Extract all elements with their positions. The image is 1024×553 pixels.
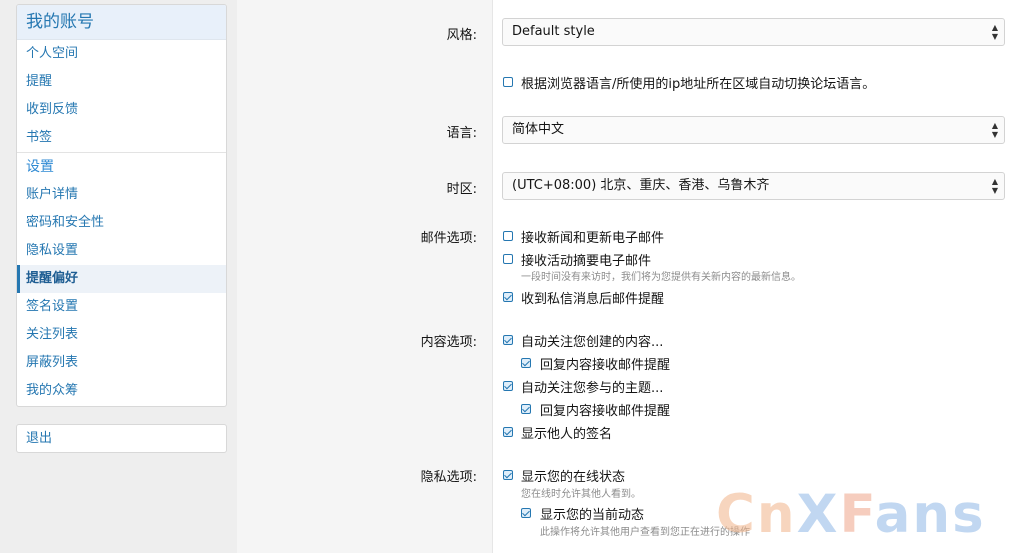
language-select[interactable]: 简体中文 ▲ ▼ [502,116,1005,144]
content-options-label: 内容选项: [420,335,477,350]
timezone-label: 时区: [446,182,477,197]
privacy-options-label: 隐私选项: [420,470,477,485]
email-news-checkbox[interactable] [503,231,513,241]
show-activity-checkbox[interactable] [521,508,531,518]
show-signatures-checkbox[interactable] [503,427,513,437]
logout-block: 退出 [16,424,227,453]
sidebar-item-password-security[interactable]: 密码和安全性 [17,209,226,237]
watermark-part: ans [874,484,986,545]
watch-created-checkbox[interactable] [503,335,513,345]
sidebar-item-profile[interactable]: 个人空间 [17,40,226,68]
watch-created-label: 自动关注您创建的内容... [521,335,664,350]
sidebar-item-reactions[interactable]: 收到反馈 [17,96,226,124]
sidebar-item-alerts[interactable]: 提醒 [17,68,226,96]
style-label: 风格: [446,28,477,43]
sidebar-item-bookmarks[interactable]: 书签 [17,124,226,152]
sidebar-item-following[interactable]: 关注列表 [17,321,226,349]
select-arrows-icon: ▲ ▼ [991,23,998,41]
watermark-part: Cn [716,484,797,545]
reply-email-checkbox[interactable] [521,358,531,368]
watermark-part: X [796,484,840,545]
reply-email-label: 回复内容接收邮件提醒 [540,404,671,419]
sidebar-item-preferences[interactable]: 提醒偏好 [17,265,226,293]
email-options-label: 邮件选项: [420,231,477,246]
language-select-value: 简体中文 [512,122,565,137]
sidebar-item-signature[interactable]: 签名设置 [17,293,226,321]
email-digest-checkbox[interactable] [503,254,513,264]
show-activity-label: 显示您的当前动态 [540,508,645,523]
sidebar-item-account-details[interactable]: 账户详情 [17,181,226,209]
show-online-label: 显示您的在线状态 [521,470,626,485]
style-select-value: Default style [512,24,595,39]
sidebar-item-crowdfunding[interactable]: 我的众筹 [17,377,226,405]
email-pm-checkbox[interactable] [503,292,513,302]
select-arrows-icon: ▲ ▼ [991,177,998,195]
watermark-part: F [839,484,875,545]
account-sidebar: 我的账号 个人空间 提醒 收到反馈 书签 设置 账户详情 密码和安全性 隐私设置… [16,4,227,407]
watch-interact-label: 自动关注您参与的主题... [521,381,664,396]
show-signatures-label: 显示他人的签名 [521,427,613,442]
timezone-select[interactable]: (UTC+08:00) 北京、重庆、香港、乌鲁木齐 ▲ ▼ [502,172,1005,200]
reply-email-label: 回复内容接收邮件提醒 [540,358,671,373]
auto-language-label: 根据浏览器语言/所使用的ip地址所在区域自动切换论坛语言。 [521,77,876,92]
show-online-hint: 您在线时允许其他人看到。 [521,489,641,500]
sidebar-title: 我的账号 [17,5,226,40]
email-news-label: 接收新闻和更新电子邮件 [521,231,665,246]
style-select[interactable]: Default style ▲ ▼ [502,18,1005,46]
watch-interact-checkbox[interactable] [503,381,513,391]
email-digest-label: 接收活动摘要电子邮件 [521,254,652,269]
show-online-checkbox[interactable] [503,470,513,480]
sidebar-section-settings: 设置 [26,159,54,175]
auto-language-checkbox[interactable] [503,77,513,87]
reply-email-checkbox[interactable] [521,404,531,414]
select-arrows-icon: ▲ ▼ [991,121,998,139]
logout-link[interactable]: 退出 [17,425,226,452]
cnxfans-watermark: CnXFans [716,484,986,545]
timezone-select-value: (UTC+08:00) 北京、重庆、香港、乌鲁木齐 [512,178,770,193]
sidebar-item-ignoring[interactable]: 屏蔽列表 [17,349,226,377]
email-pm-label: 收到私信消息后邮件提醒 [521,292,665,307]
sidebar-item-privacy[interactable]: 隐私设置 [17,237,226,265]
email-digest-hint: 一段时间没有来访时，我们将为您提供有关新内容的最新信息。 [521,272,801,283]
language-label: 语言: [446,126,477,141]
